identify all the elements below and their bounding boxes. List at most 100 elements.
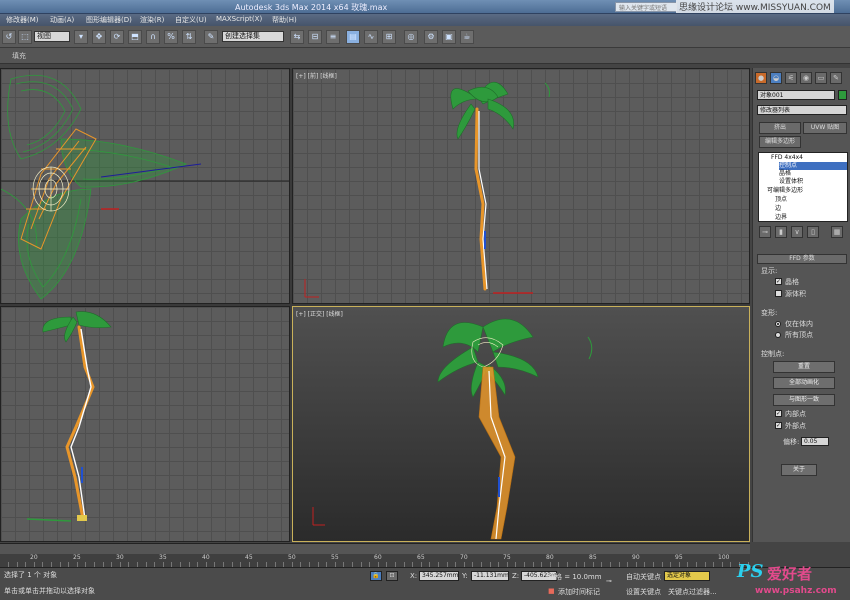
- stack-item-editable-poly[interactable]: 可编辑多边形: [767, 187, 803, 195]
- only-in-volume-radio[interactable]: [775, 321, 781, 327]
- timeline[interactable]: 20 25 30 35 40 45 50 55 60 65 70 75 80 85 90 95 100: [0, 543, 750, 568]
- percent-snap-icon[interactable]: %: [164, 30, 178, 44]
- modify-tab-icon[interactable]: ◒: [770, 72, 782, 84]
- remove-modifier-icon[interactable]: ▯: [807, 226, 819, 238]
- inside-points-label: 内部点: [785, 410, 806, 418]
- timeline-tick-label: 20: [30, 554, 38, 561]
- named-selection-set[interactable]: 创建选择集: [222, 31, 284, 42]
- menu-maxscript[interactable]: MAXScript(X): [216, 15, 262, 23]
- undo-icon[interactable]: ↺: [2, 30, 16, 44]
- y-coordinate[interactable]: -11.131mm: [471, 571, 509, 581]
- snap-icon[interactable]: ∩: [146, 30, 160, 44]
- render-setup-icon[interactable]: ⚙: [424, 30, 438, 44]
- viewport-left[interactable]: [0, 306, 290, 542]
- main-toolbar: ↺ ⬚ 视图 ▾ ✥ ⟳ ⬒ ∩ % ⇅ ✎ 创建选择集 ⇆ ⊟ ≡ ▤ ∿ ⊞…: [0, 26, 850, 48]
- outside-points-checkbox[interactable]: ✓: [775, 422, 782, 429]
- menu-help[interactable]: 帮助(H): [272, 15, 297, 25]
- selected-object-dropdown[interactable]: 选定对象: [664, 571, 710, 581]
- show-end-result-icon[interactable]: ▮: [775, 226, 787, 238]
- material-editor-icon[interactable]: ◎: [404, 30, 418, 44]
- control-points-label: 控制点:: [761, 350, 785, 358]
- all-vertices-radio[interactable]: [775, 332, 781, 338]
- viewport-front[interactable]: [+] [前] [线框]: [292, 68, 750, 304]
- search-input[interactable]: 输入关键字或短语: [615, 2, 677, 12]
- render-icon[interactable]: ☕: [460, 30, 474, 44]
- display-tab-icon[interactable]: ▭: [815, 72, 827, 84]
- x-coordinate[interactable]: 345.257mm: [419, 571, 459, 581]
- title-bar: Autodesk 3ds Max 2014 x64 玫瑰.max 输入关键字或短…: [0, 0, 850, 14]
- viewport-orthographic[interactable]: [+] [正交] [线框]: [292, 306, 750, 542]
- edit-named-selection-icon[interactable]: ✎: [204, 30, 218, 44]
- menu-graph-editors[interactable]: 图形编辑器(D): [86, 15, 132, 25]
- top-view-mesh: [1, 75, 289, 300]
- scene-explorer-icon[interactable]: ▤: [346, 30, 360, 44]
- schematic-view-icon[interactable]: ⊞: [382, 30, 396, 44]
- add-time-tag[interactable]: 添加时间标记: [558, 587, 600, 597]
- modifier-stack[interactable]: FFD 4x4x4 控制点 晶格 设置体积 可编辑多边形 顶点 边 边界: [758, 152, 848, 222]
- select-icon[interactable]: ⬚: [18, 30, 32, 44]
- utilities-tab-icon[interactable]: ✎: [830, 72, 842, 84]
- rotate-icon[interactable]: ⟳: [110, 30, 124, 44]
- configure-sets-icon[interactable]: ▦: [831, 226, 843, 238]
- render-frame-icon[interactable]: ▣: [442, 30, 456, 44]
- make-unique-icon[interactable]: ∨: [791, 226, 803, 238]
- lattice-label: 晶格: [785, 278, 799, 286]
- inside-points-checkbox[interactable]: ✓: [775, 410, 782, 417]
- motion-tab-icon[interactable]: ◉: [800, 72, 812, 84]
- auto-key-label[interactable]: 自动关键点: [626, 572, 661, 582]
- object-name-field[interactable]: 对象001: [757, 90, 835, 100]
- key-filters-button[interactable]: 关键点过滤器...: [668, 587, 717, 597]
- mirror-icon[interactable]: ⇆: [290, 30, 304, 44]
- ffd-params-header[interactable]: FFD 参数: [757, 254, 847, 264]
- watermark-ps: PS: [737, 561, 764, 582]
- menu-modifiers[interactable]: 修改器(M): [6, 15, 39, 25]
- extrude-button[interactable]: 挤出: [759, 122, 801, 134]
- conform-to-shape-button[interactable]: 与图形一致: [773, 394, 835, 406]
- modifier-list-dropdown[interactable]: 修改器列表: [757, 105, 847, 115]
- prompt-line: 单击或单击并拖动以选择对象: [4, 587, 95, 595]
- select-filter-icon[interactable]: ▾: [74, 30, 88, 44]
- curve-editor-icon[interactable]: ∿: [364, 30, 378, 44]
- view-dropdown[interactable]: 视图: [34, 31, 70, 42]
- object-color-swatch[interactable]: [838, 90, 847, 100]
- lock-selection-icon[interactable]: 🔒: [370, 571, 382, 581]
- source-volume-checkbox[interactable]: [775, 290, 782, 297]
- layer-icon[interactable]: ≡: [326, 30, 340, 44]
- reset-button[interactable]: 重置: [773, 361, 835, 373]
- hierarchy-tab-icon[interactable]: ⚟: [785, 72, 797, 84]
- align-icon[interactable]: ⊟: [308, 30, 322, 44]
- offset-label: 偏移:: [783, 438, 800, 446]
- stack-item-ffd[interactable]: FFD 4x4x4: [771, 154, 803, 162]
- stack-item-border[interactable]: 边界: [775, 214, 787, 222]
- pin-stack-icon[interactable]: ⊸: [759, 226, 771, 238]
- lattice-checkbox[interactable]: ✓: [775, 278, 782, 285]
- menu-bar: 修改器(M) 动画(A) 图形编辑器(D) 渲染(R) 自定义(U) MAXSc…: [0, 14, 850, 26]
- deform-label: 变形:: [761, 309, 778, 317]
- time-tag-icon[interactable]: ■: [548, 587, 555, 595]
- about-button[interactable]: 关于: [781, 464, 817, 476]
- stack-item-edge[interactable]: 边: [775, 205, 781, 213]
- ribbon-label[interactable]: 填充: [12, 51, 26, 61]
- viewport-top-left[interactable]: [0, 68, 290, 304]
- scale-icon[interactable]: ⬒: [128, 30, 142, 44]
- stack-item-control-points[interactable]: 控制点: [779, 162, 847, 170]
- stack-item-set-volume[interactable]: 设置体积: [779, 178, 803, 186]
- set-key-label[interactable]: 设置关键点: [626, 587, 661, 597]
- stack-item-vertex[interactable]: 顶点: [775, 196, 787, 204]
- status-bar: 选择了 1 个 对象 单击或单击并拖动以选择对象 🔒 ⊡ X: 345.257m…: [0, 567, 850, 600]
- menu-customize[interactable]: 自定义(U): [175, 15, 207, 25]
- menu-rendering[interactable]: 渲染(R): [140, 15, 164, 25]
- time-slider[interactable]: [0, 544, 750, 554]
- stack-item-lattice[interactable]: 晶格: [779, 170, 791, 178]
- offset-spinner[interactable]: 0.05: [801, 437, 829, 446]
- selection-status: 选择了 1 个 对象: [4, 571, 58, 579]
- create-tab-icon[interactable]: ●: [755, 72, 767, 84]
- spinner-snap-icon[interactable]: ⇅: [182, 30, 196, 44]
- menu-animation[interactable]: 动画(A): [50, 15, 74, 25]
- absolute-mode-icon[interactable]: ⊡: [386, 571, 398, 581]
- move-icon[interactable]: ✥: [92, 30, 106, 44]
- uvw-map-button[interactable]: UVW 贴图: [803, 122, 847, 134]
- key-icon[interactable]: ⊸: [606, 577, 612, 585]
- edit-poly-button[interactable]: 编辑多边形: [759, 136, 801, 148]
- animate-all-button[interactable]: 全部动画化: [773, 377, 835, 389]
